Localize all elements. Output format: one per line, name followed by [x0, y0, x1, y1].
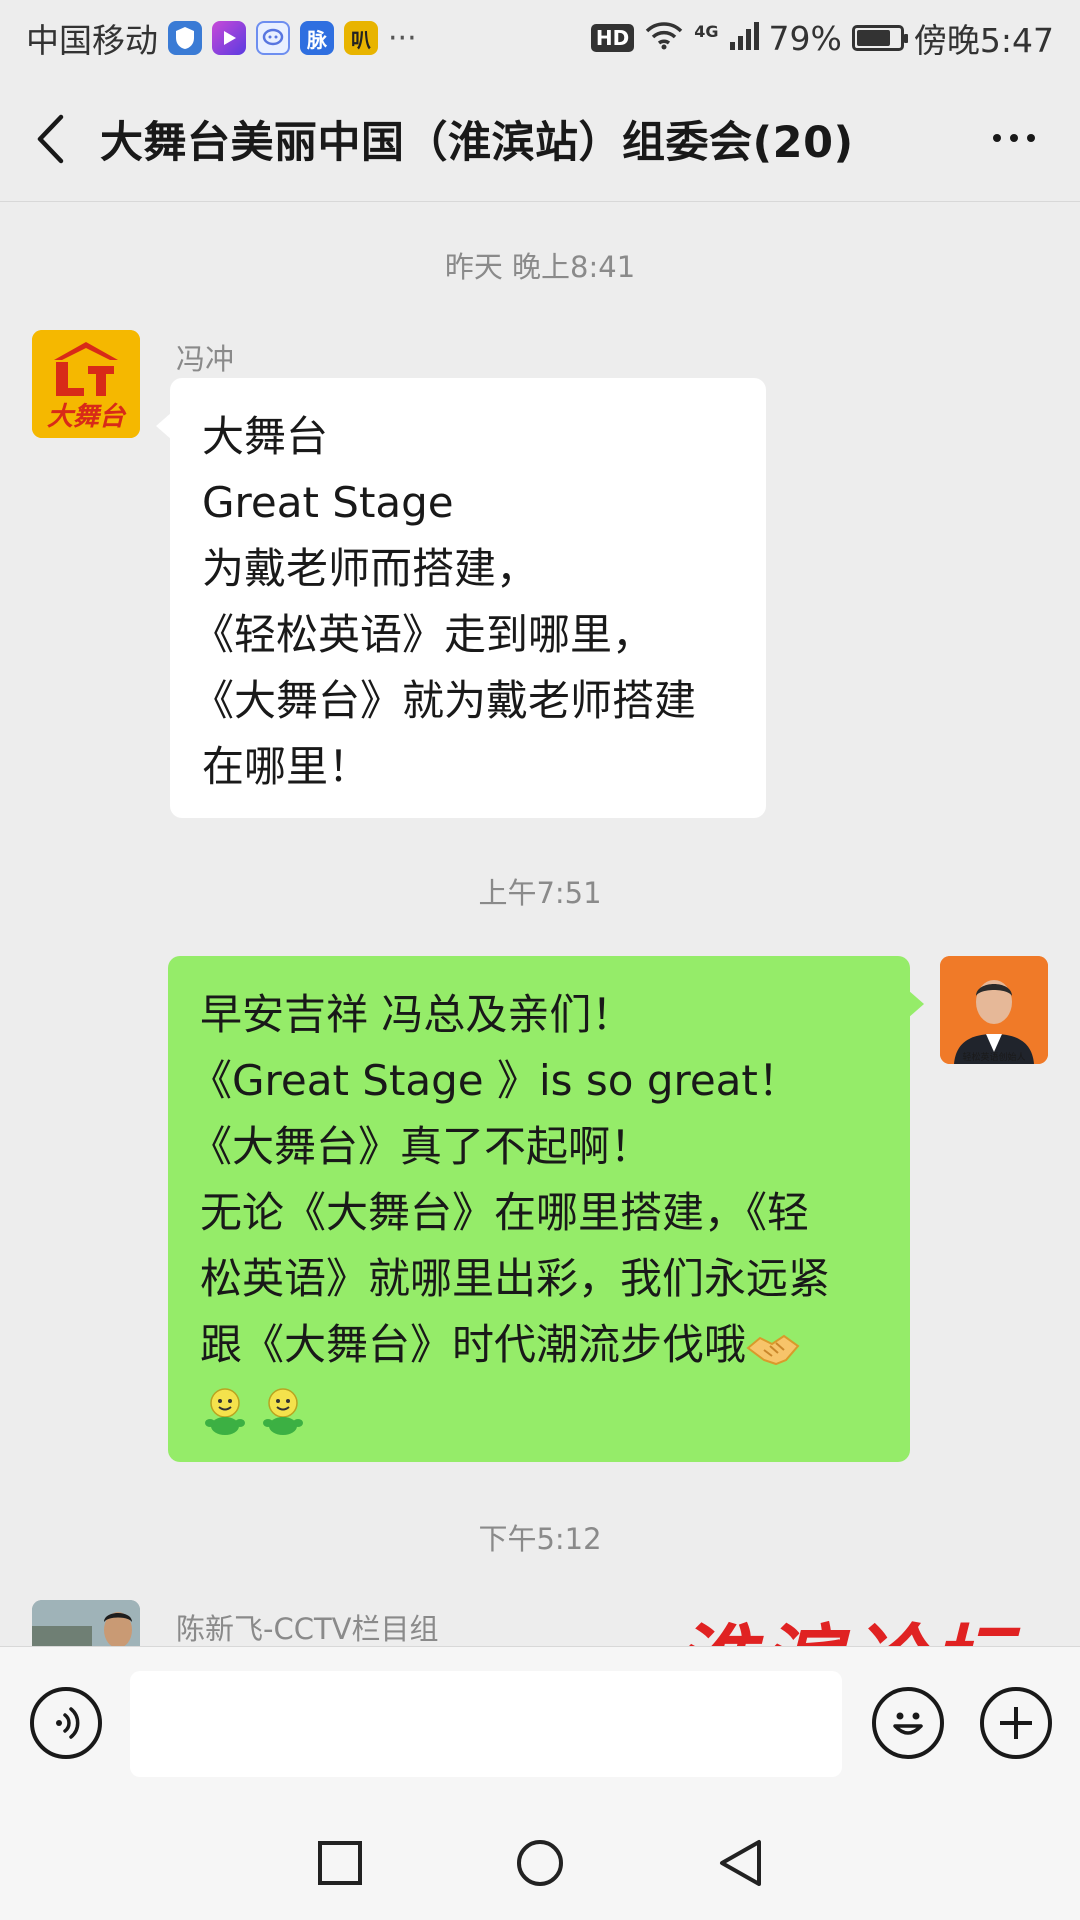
avatar-fengchong[interactable]: 大舞台 [32, 330, 140, 438]
sender-name: 陈新飞-CCTV栏目组 [176, 1612, 439, 1646]
chat-screen: 中国移动 脉 叭 ··· HD 4G 79% 傍晚5:47 大舞台美丽中国（淮滨… [0, 0, 1080, 1920]
wifi-icon [644, 19, 684, 58]
dot [1027, 134, 1035, 142]
message-input[interactable] [130, 1671, 842, 1777]
emoji-button[interactable] [872, 1687, 944, 1759]
recents-button[interactable] [310, 1833, 370, 1893]
battery-icon [851, 25, 908, 51]
more-functions-button[interactable] [980, 1687, 1052, 1759]
plus-icon [1000, 1707, 1032, 1739]
input-bar [0, 1646, 1080, 1806]
message-line: 《轻松英语》走到哪里， [192, 610, 655, 659]
message-line: 《Great Stage 》is so great！ [190, 1056, 800, 1105]
handshake-emoji [746, 1334, 800, 1365]
smiley-icon [893, 1712, 923, 1735]
sender-name: 冯冲 [176, 342, 235, 376]
status-bar: 中国移动 脉 叭 ··· HD 4G 79% 傍晚5:47 [0, 0, 1080, 76]
status-bar-right: HD 4G 79% 傍晚5:47 [590, 14, 1054, 62]
message-line: 大舞台 [202, 412, 329, 461]
shield-app-icon [168, 21, 202, 55]
square-icon [318, 1841, 362, 1885]
system-navigation-bar [0, 1806, 1080, 1920]
home-button[interactable] [510, 1833, 570, 1893]
battery-percent: 79% [768, 18, 842, 58]
more-options-button[interactable] [984, 116, 1044, 160]
message-line: 《大舞台》真了不起啊！ [190, 1122, 653, 1171]
news-app-icon: 叭 [344, 21, 378, 55]
status-bar-left: 中国移动 脉 叭 ··· [26, 14, 417, 62]
avatar-logo-text: 大舞台 [47, 402, 127, 432]
chat-title: 大舞台美丽中国（淮滨站）组委会(20) [100, 117, 854, 168]
chat-header: 大舞台美丽中国（淮滨站）组委会(20) [0, 76, 1080, 202]
message-line: 松英语》就哪里出彩，我们永远紧 [200, 1254, 831, 1303]
carrier-label: 中国移动 [26, 21, 158, 60]
voice-icon [56, 1707, 80, 1739]
voice-input-button[interactable] [30, 1687, 102, 1759]
back-nav-button[interactable] [710, 1833, 770, 1893]
emoji-row [200, 1378, 878, 1444]
message-line: 跟《大舞台》时代潮流步伐哦 [200, 1312, 878, 1378]
joyful-emoji [263, 1388, 303, 1435]
message-line: 《大舞台》就为戴老师搭建 [192, 676, 697, 725]
battery-fill [856, 30, 891, 46]
message-bubble-outgoing[interactable]: 早安吉祥 冯总及亲们！ 《Great Stage 》is so great！ 《… [168, 956, 924, 1462]
dawutai-logo-icon: 大舞台 [32, 330, 140, 438]
person-photo-icon [32, 1600, 140, 1646]
timestamp: 上午7:51 [478, 876, 602, 910]
network-type: 4G [694, 21, 719, 41]
message-line: 早安吉祥 冯总及亲们！ [200, 990, 634, 1039]
message-line: Great Stage [202, 478, 454, 527]
avatar-chenxinfei[interactable] [32, 1600, 140, 1646]
hd-badge: HD [590, 24, 635, 52]
back-button[interactable] [0, 76, 100, 202]
message-line: 在哪里！ [202, 742, 371, 791]
maimai-app-icon: 脉 [300, 21, 334, 55]
timestamp: 昨天 晚上8:41 [444, 250, 636, 284]
dot [1010, 134, 1018, 142]
clock: 傍晚5:47 [913, 21, 1054, 60]
triangle-back-icon [720, 1840, 761, 1886]
more-notifications: ··· [388, 20, 417, 56]
timestamp: 下午5:12 [478, 1522, 602, 1556]
avatar-caption: 轻松英语创始人 [962, 1051, 1025, 1063]
dot [993, 134, 1001, 142]
chat-app-icon [256, 21, 290, 55]
message-line: 无论《大舞台》在哪里搭建，《轻 [200, 1188, 810, 1237]
signal-icon [729, 19, 759, 58]
chevron-left-icon [37, 114, 64, 163]
message-line: 为戴老师而搭建， [202, 544, 539, 593]
person-photo-icon: 轻松英语创始人 [940, 956, 1048, 1064]
circle-icon [517, 1840, 563, 1886]
video-app-icon [212, 21, 246, 55]
joyful-emoji [205, 1388, 245, 1435]
message-text: 跟《大舞台》时代潮流步伐哦 [200, 1320, 747, 1369]
message-bubble-incoming[interactable]: 大舞台 Great Stage 为戴老师而搭建， 《轻松英语》走到哪里， 《大舞… [156, 378, 766, 818]
avatar-self[interactable]: 轻松英语创始人 [940, 956, 1048, 1064]
